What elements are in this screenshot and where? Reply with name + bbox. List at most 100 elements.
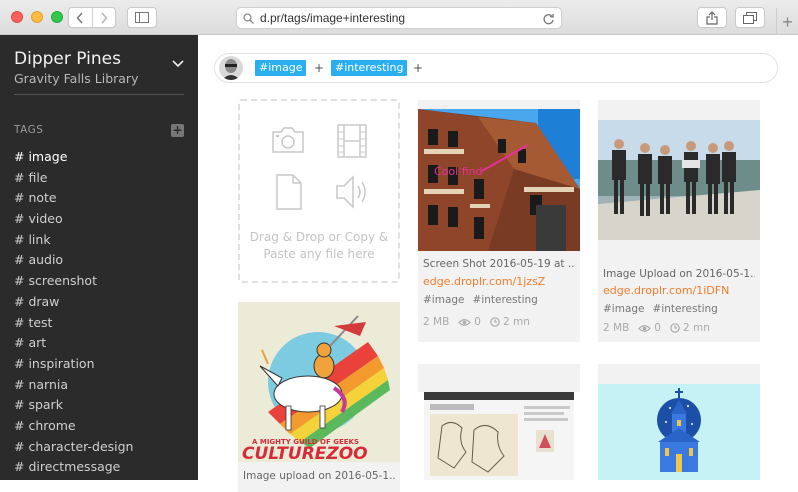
card-thumbnail[interactable] [598, 120, 760, 240]
sidebar-item-test[interactable]: # test [14, 315, 133, 336]
dropzone-instructions: Drag & Drop or Copy & Paste any file her… [240, 229, 398, 263]
sidebar-item-narnia[interactable]: # narnia [14, 377, 133, 398]
tabs-icon [743, 11, 757, 24]
card-tag[interactable]: #image [603, 303, 645, 315]
sidebar-item-draw[interactable]: # draw [14, 294, 133, 315]
camera-icon [272, 127, 304, 153]
card-title: Image Upload on 2016-05-1... [603, 268, 755, 280]
sidebar-divider [14, 94, 184, 95]
dropzone-line-1: Drag & Drop or Copy & [249, 230, 389, 244]
search-icon [243, 12, 254, 24]
back-button[interactable] [69, 8, 93, 27]
account-menu-button[interactable] [172, 53, 184, 72]
views-value: 0 [474, 316, 481, 328]
share-icon [706, 10, 718, 25]
drop-card[interactable]: A MIGHTY GUILD OF GEEKS CULTUREZOO Image… [238, 302, 400, 492]
audio-icon [336, 175, 366, 209]
screenshot-preview [418, 392, 580, 480]
sidebar-item-chrome[interactable]: # chrome [14, 418, 133, 439]
dropzone-line-2: Paste any file here [263, 247, 375, 261]
close-window-button[interactable] [11, 11, 23, 23]
views-value: 0 [654, 322, 661, 334]
tag-list: # image # file # note # video # link # a… [14, 149, 133, 480]
reload-icon [543, 14, 554, 25]
reload-button[interactable] [542, 11, 555, 30]
church-illustration [598, 384, 760, 480]
sidebar-item-video[interactable]: # video [14, 211, 133, 232]
card-thumbnail[interactable] [418, 392, 580, 480]
drop-card[interactable] [598, 364, 760, 480]
url-text: d.pr/tags/image+interesting [260, 11, 406, 25]
card-meta: 2 MB 0 2 mn [423, 316, 539, 328]
photo-annotation-text: Cool find [434, 165, 483, 178]
sidebar-item-art[interactable]: # art [14, 335, 133, 356]
clock-icon [670, 323, 680, 333]
time-value: 2 mn [502, 316, 530, 328]
library-name: Gravity Falls Library [14, 71, 139, 86]
time-value: 2 mn [682, 322, 710, 334]
upload-time: 2 mn [490, 316, 530, 328]
sidebar-item-inspiration[interactable]: # inspiration [14, 356, 133, 377]
browser-toolbar: d.pr/tags/image+interesting + [0, 0, 798, 36]
sidebar-item-link[interactable]: # link [14, 232, 133, 253]
filter-tag-interesting[interactable]: #interesting [331, 60, 408, 76]
group-photo [598, 120, 760, 240]
user-avatar-image [219, 56, 243, 80]
upload-dropzone[interactable]: Drag & Drop or Copy & Paste any file her… [238, 99, 400, 283]
sidebar-item-character-design[interactable]: # character-design [14, 439, 133, 460]
tag-filter-bar[interactable]: #image + #interesting + [214, 53, 778, 83]
card-thumbnail[interactable]: Cool find [418, 109, 580, 251]
sidebar-toggle-button[interactable] [127, 7, 157, 28]
share-button[interactable] [697, 7, 727, 28]
forward-button[interactable] [93, 8, 116, 27]
views-count: 0 [638, 322, 661, 334]
avatar[interactable] [219, 56, 243, 80]
culturezoo-artwork: A MIGHTY GUILD OF GEEKS CULTUREZOO [238, 302, 400, 462]
card-tag[interactable]: #interesting [653, 303, 718, 315]
tab-overview-button[interactable] [735, 7, 765, 28]
chevron-right-icon [101, 11, 108, 24]
building-photo: Cool find [418, 109, 580, 251]
history-nav [68, 7, 116, 28]
file-size: 2 MB [603, 322, 630, 334]
sidebar-item-spark[interactable]: # spark [14, 397, 133, 418]
drop-card[interactable] [418, 364, 580, 480]
eye-icon [638, 324, 652, 332]
chevron-left-icon [76, 11, 83, 24]
card-title: Image upload on 2016-05-1... [243, 470, 395, 482]
account-name[interactable]: Dipper Pines [14, 49, 121, 69]
clock-icon [490, 317, 500, 327]
sidebar-item-note[interactable]: # note [14, 190, 133, 211]
sidebar-item-file[interactable]: # file [14, 170, 133, 191]
card-thumbnail[interactable] [598, 384, 760, 480]
address-bar[interactable]: d.pr/tags/image+interesting [236, 7, 562, 29]
upload-time: 2 mn [670, 322, 710, 334]
tags-heading: TAGS [14, 124, 44, 136]
card-thumbnail[interactable]: A MIGHTY GUILD OF GEEKS CULTUREZOO [238, 302, 400, 462]
card-tag[interactable]: #image [423, 294, 465, 306]
add-filter-button[interactable]: + [413, 60, 423, 76]
minimize-window-button[interactable] [31, 11, 43, 23]
card-link[interactable]: edge.droplr.com/1jzsZ [423, 275, 545, 288]
sidebar-item-audio[interactable]: # audio [14, 252, 133, 273]
sidebar-item-image[interactable]: # image [14, 149, 133, 170]
sidebar-item-screenshot[interactable]: # screenshot [14, 273, 133, 294]
sidebar: Dipper Pines Gravity Falls Library TAGS … [0, 35, 198, 480]
card-link[interactable]: edge.droplr.com/1iDFN [603, 284, 729, 297]
filter-tag-image[interactable]: #image [255, 60, 307, 76]
card-tag[interactable]: #interesting [473, 294, 538, 306]
add-filter-button[interactable]: + [314, 60, 324, 76]
document-icon [276, 174, 302, 210]
main-content: #image + #interesting + Drag & Drop or C… [198, 35, 798, 492]
drop-card[interactable]: Cool find Screen Shot 2016-05-19 at ... … [418, 100, 580, 342]
eye-icon [458, 318, 472, 326]
add-tag-button[interactable]: + [171, 124, 184, 137]
views-count: 0 [458, 316, 481, 328]
sidebar-item-directmessage[interactable]: # directmessage [14, 459, 133, 480]
drop-card[interactable]: Image Upload on 2016-05-1... edge.droplr… [598, 100, 760, 342]
film-icon [337, 124, 367, 158]
artwork-title: CULTUREZOO [242, 444, 368, 462]
sidebar-icon [135, 12, 149, 23]
maximize-window-button[interactable] [51, 11, 63, 23]
new-tab-button[interactable]: + [776, 8, 798, 36]
